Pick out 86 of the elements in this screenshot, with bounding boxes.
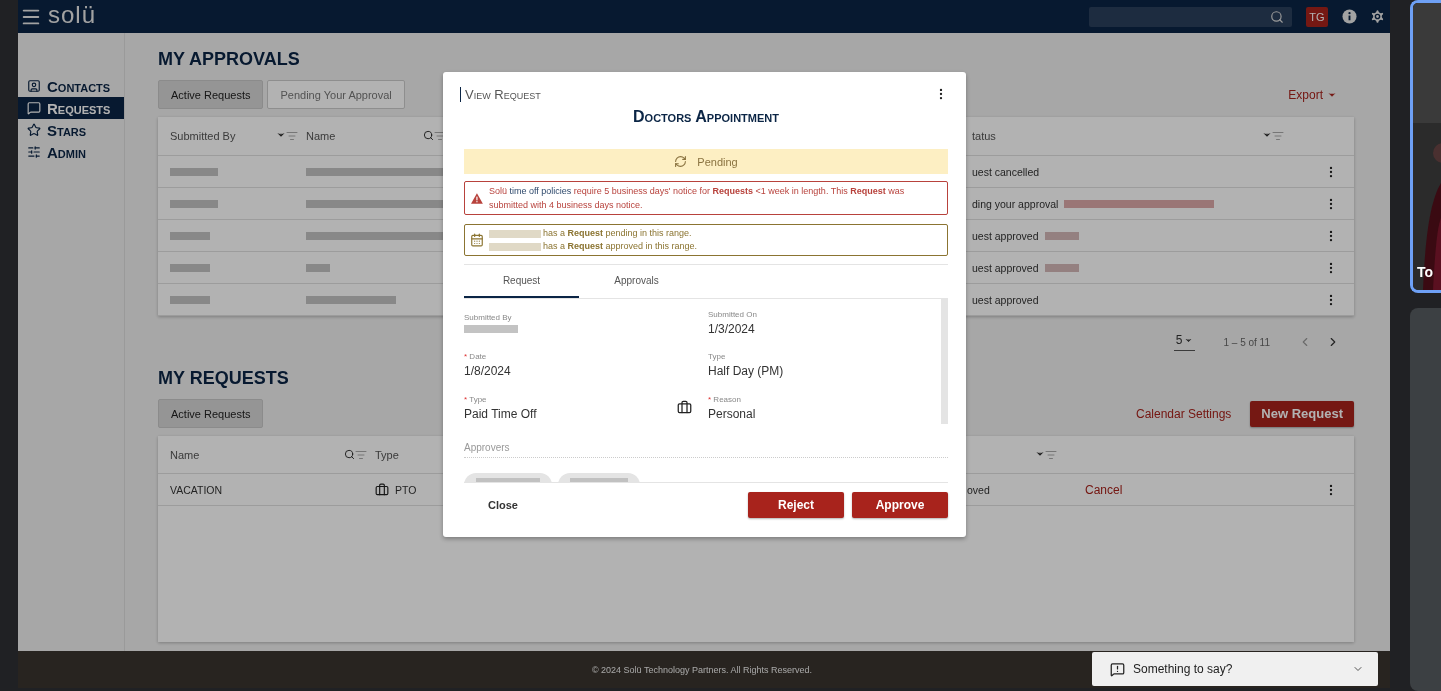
- redacted-text: [464, 325, 518, 334]
- redacted-text: [170, 263, 210, 272]
- status-banner: Pending: [464, 149, 948, 174]
- table-cell: uest approved: [972, 261, 1324, 274]
- field-label: * Date: [464, 352, 488, 362]
- table-cell: ding your approval: [972, 197, 1324, 210]
- redacted-text: [170, 199, 218, 208]
- export-button[interactable]: Export: [1288, 87, 1337, 102]
- column-header[interactable]: tatus: [972, 130, 996, 142]
- sidebar-item[interactable]: Contacts: [18, 75, 124, 97]
- field-label: Submitted On: [708, 310, 757, 320]
- column-header[interactable]: Submitted By: [170, 130, 236, 142]
- search-field[interactable]: [1089, 6, 1292, 27]
- field-value: Paid Time Off: [464, 406, 537, 421]
- field-value: Personal: [708, 406, 756, 421]
- filter-icon[interactable]: [434, 130, 446, 142]
- field-label: Type: [708, 352, 727, 362]
- policy-link[interactable]: time off policies: [509, 186, 572, 196]
- settings-icon[interactable]: [1369, 8, 1386, 25]
- redacted-text: [170, 295, 210, 304]
- message-icon: [27, 101, 41, 115]
- table-cell: uest approved: [972, 229, 1324, 242]
- copyright-text: © 2024 Solü Technology Partners. All Rights Reserved.: [591, 664, 813, 675]
- feedback-widget[interactable]: Something to say?: [1092, 652, 1378, 686]
- tab[interactable]: Approvals: [579, 265, 694, 298]
- table-cell-text: uest approved: [972, 293, 1040, 306]
- user-avatar[interactable]: TG: [1306, 6, 1328, 27]
- tab[interactable]: Active Requests: [158, 80, 264, 109]
- close-button[interactable]: Close: [482, 498, 524, 512]
- column-header[interactable]: Name: [170, 448, 200, 461]
- field-label: * Reason: [708, 394, 742, 404]
- approve-button[interactable]: Approve: [852, 492, 948, 518]
- dialog-title: Doctors Appointment: [632, 108, 780, 127]
- tab[interactable]: Request: [464, 265, 579, 298]
- page-size-select[interactable]: 5: [1173, 333, 1196, 351]
- search-icon[interactable]: [423, 130, 434, 141]
- scrollbar[interactable]: [941, 299, 948, 424]
- approvers-label: Approvers: [464, 442, 948, 458]
- field-label: Submitted By: [464, 313, 513, 323]
- redacted-text: [170, 231, 210, 240]
- pagination-range: 1 – 5 of 11: [1223, 336, 1270, 348]
- warning-icon: [471, 191, 483, 205]
- sidebar-item[interactable]: Stars: [18, 119, 124, 141]
- redacted-text: [1044, 231, 1079, 240]
- search-icon: [1270, 9, 1284, 24]
- star-icon: [27, 123, 41, 137]
- section-title: MY REQUESTS: [158, 368, 289, 390]
- redacted-text: [1044, 263, 1079, 272]
- dialog-eyebrow: View Request: [460, 86, 541, 102]
- conflict-text: has a Request approved in this range.: [543, 240, 698, 253]
- info-icon[interactable]: [1342, 9, 1357, 24]
- redacted-text: [170, 167, 218, 176]
- column-header[interactable]: Name: [306, 130, 336, 142]
- refresh-icon: [674, 155, 688, 168]
- field-value: 1/3/2024: [708, 322, 756, 337]
- calendar-icon: [470, 233, 484, 247]
- search-icon[interactable]: [344, 448, 355, 460]
- caret-icon[interactable]: [276, 130, 286, 140]
- briefcase-icon: [677, 400, 692, 416]
- calendar-settings-link[interactable]: Calendar Settings: [1135, 406, 1232, 421]
- participant-name: To: [1417, 264, 1434, 280]
- sidebar-item[interactable]: Admin: [18, 141, 124, 163]
- contact-icon: [27, 79, 41, 93]
- table-cell-text: VACATION: [170, 483, 224, 496]
- new-request-button[interactable]: New Request: [1250, 400, 1354, 427]
- redacted-text: [489, 229, 541, 238]
- briefcase-icon: [375, 482, 389, 497]
- sliders-icon: [27, 145, 41, 159]
- cancel-link[interactable]: Cancel: [1085, 482, 1324, 497]
- table-cell-text: uest cancelled: [972, 165, 1041, 178]
- sidebar-item[interactable]: Requests: [18, 97, 124, 119]
- feedback-icon: [1110, 661, 1125, 677]
- redacted-text: [306, 263, 330, 272]
- caret-icon[interactable]: [1262, 130, 1272, 140]
- tab[interactable]: Active Requests: [158, 399, 264, 428]
- conflict-text: has a Request pending in this range.: [543, 227, 692, 240]
- tab[interactable]: Pending Your Approval: [267, 80, 405, 109]
- table-cell-text: oved: [967, 483, 991, 496]
- reject-button[interactable]: Reject: [748, 492, 844, 518]
- field-label: * Type: [464, 394, 488, 404]
- warning-text: Solü time off policies require 5 business days' notice for Requests <1 week in length. This Request was submitted with 4 business days notice.: [488, 185, 906, 212]
- logo[interactable]: solü: [48, 0, 97, 29]
- field-value: 1/8/2024: [464, 364, 511, 379]
- section-title: MY APPROVALS: [158, 49, 300, 71]
- field-value: Half Day (PM): [708, 364, 784, 379]
- redacted-text: [489, 242, 541, 251]
